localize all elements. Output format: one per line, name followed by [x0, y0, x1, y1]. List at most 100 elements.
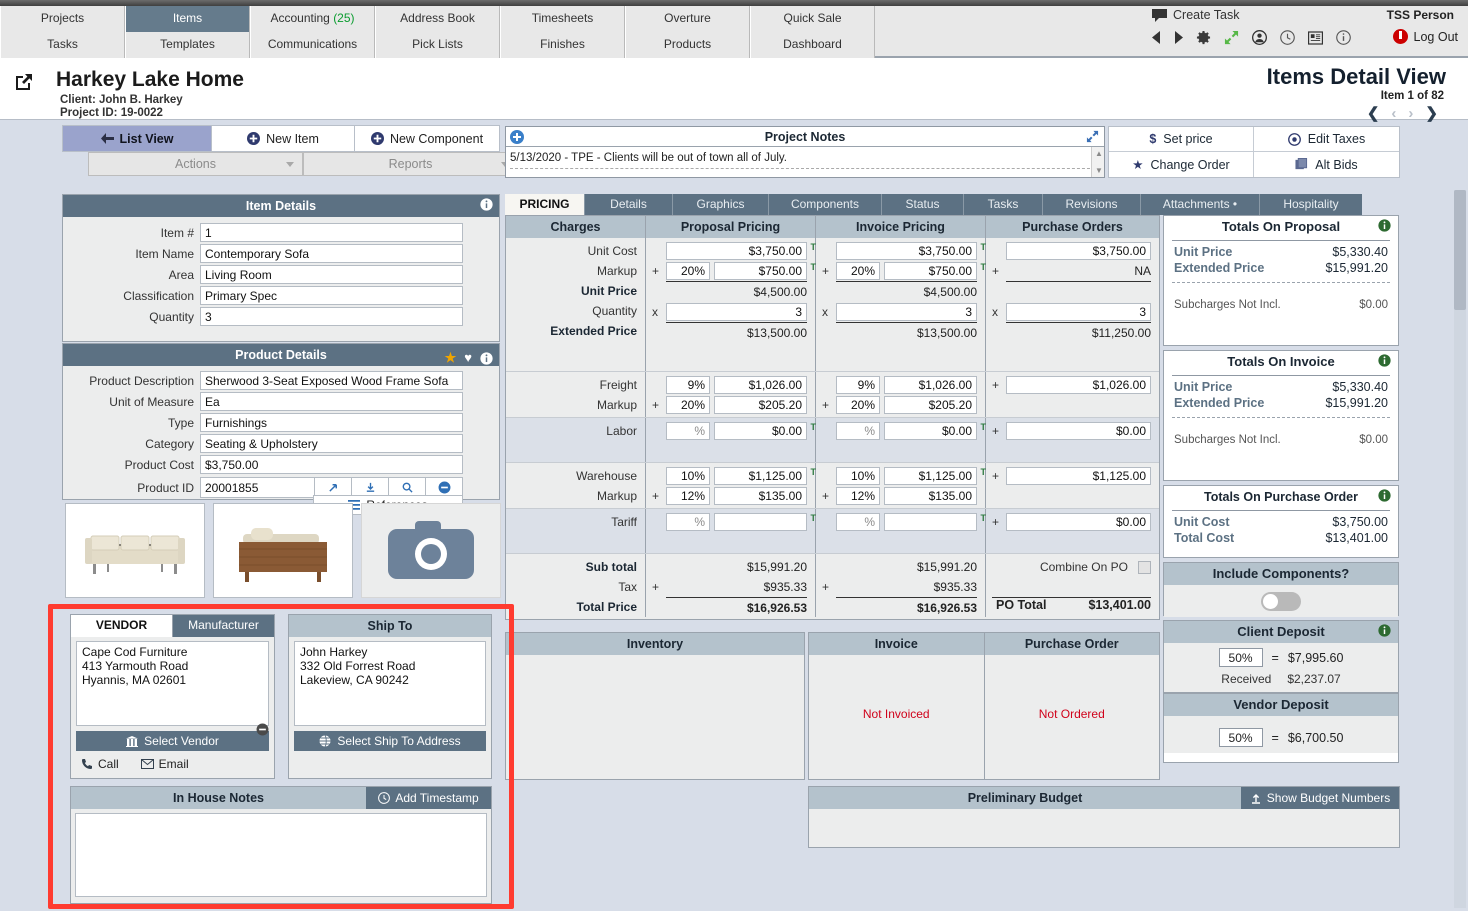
proposal-labor-amt-input[interactable]: $0.00: [714, 422, 807, 440]
vendor-deposit-percent-input[interactable]: 50%: [1218, 728, 1263, 747]
nav-tab-items[interactable]: Items: [125, 6, 250, 32]
product-image-back[interactable]: [213, 503, 353, 598]
invoice-warehouse-amt-input[interactable]: $1,125.00: [884, 467, 977, 485]
tab-pricing[interactable]: PRICING: [505, 194, 585, 215]
proposal-warehouse-amt-input[interactable]: $1,125.00: [714, 467, 807, 485]
nav-tab-communications[interactable]: Communications: [250, 32, 375, 58]
last-item-button[interactable]: ❯: [1425, 104, 1438, 122]
quantity-input[interactable]: 3: [200, 307, 463, 326]
change-order-button[interactable]: ★ Change Order: [1109, 152, 1254, 177]
proposal-markup-pct-input[interactable]: 20%: [666, 262, 710, 280]
item-number-input[interactable]: 1: [200, 223, 463, 242]
nav-tab-accounting[interactable]: Accounting (25): [250, 6, 375, 32]
prev-arrow-icon[interactable]: [1152, 31, 1161, 44]
select-vendor-button[interactable]: Select Vendor: [76, 731, 269, 751]
item-name-input[interactable]: Contemporary Sofa: [200, 244, 463, 263]
invoice-warehouse-markup-pct-input[interactable]: 12%: [836, 487, 880, 505]
invoice-freight-markup-pct-input[interactable]: 20%: [836, 396, 880, 414]
product-cost-input[interactable]: $3,750.00: [200, 455, 463, 474]
unit-of-measure-input[interactable]: Ea: [200, 392, 463, 411]
invoice-quantity-input[interactable]: 3: [836, 303, 977, 321]
po-unit-cost-input[interactable]: $3,750.00: [1006, 242, 1151, 260]
info-icon[interactable]: [1378, 489, 1391, 502]
project-notes-scrollbar[interactable]: ▲ ▼: [1091, 147, 1104, 177]
classification-input[interactable]: Primary Spec: [200, 286, 463, 305]
po-tariff-amt-input[interactable]: $0.00: [1006, 513, 1151, 531]
alt-bids-button[interactable]: Alt Bids: [1254, 152, 1399, 177]
po-quantity-input[interactable]: 3: [1006, 303, 1151, 321]
invoice-labor-amt-input[interactable]: $0.00: [884, 422, 977, 440]
proposal-tariff-amt-input[interactable]: [714, 513, 807, 531]
first-item-button[interactable]: ❮: [1367, 104, 1380, 122]
invoice-tariff-pct-input[interactable]: %: [836, 513, 880, 531]
tab-details[interactable]: Details: [585, 194, 673, 215]
nav-tab-address-book[interactable]: Address Book: [375, 6, 500, 32]
po-warehouse-amt-input[interactable]: $1,125.00: [1006, 467, 1151, 485]
add-timestamp-button[interactable]: Add Timestamp: [366, 787, 491, 809]
external-link-icon[interactable]: [14, 72, 34, 92]
create-task-button[interactable]: Create Task: [1152, 8, 1239, 22]
combine-on-po-checkbox[interactable]: [1138, 560, 1151, 574]
nav-tab-quick-sale[interactable]: Quick Sale: [750, 6, 875, 32]
proposal-freight-markup-amt-input[interactable]: $205.20: [714, 396, 807, 414]
invoice-freight-pct-input[interactable]: 9%: [836, 376, 880, 394]
call-vendor-button[interactable]: Call: [81, 757, 119, 771]
new-item-button[interactable]: New Item: [212, 125, 355, 152]
clock-icon[interactable]: [1280, 30, 1295, 45]
product-image-front[interactable]: [65, 503, 205, 598]
area-input[interactable]: Living Room: [200, 265, 463, 284]
select-ship-to-address-button[interactable]: Select Ship To Address: [294, 731, 486, 751]
card-icon[interactable]: [1308, 30, 1323, 45]
invoice-warehouse-markup-amt-input[interactable]: $135.00: [884, 487, 977, 505]
info-icon[interactable]: [1378, 354, 1391, 367]
new-component-button[interactable]: New Component: [355, 125, 500, 152]
email-vendor-button[interactable]: Email: [140, 757, 189, 771]
category-input[interactable]: Seating & Upholstery: [200, 434, 463, 453]
proposal-freight-amt-input[interactable]: $1,026.00: [714, 376, 807, 394]
tab-status[interactable]: Status: [882, 194, 964, 215]
prev-item-button[interactable]: ‹: [1391, 105, 1396, 122]
info-icon[interactable]: [1378, 219, 1391, 232]
nav-tab-timesheets[interactable]: Timesheets: [500, 6, 625, 32]
proposal-markup-amt-input[interactable]: $750.00: [714, 262, 807, 280]
show-budget-numbers-button[interactable]: Show Budget Numbers: [1241, 787, 1399, 809]
invoice-freight-amt-input[interactable]: $1,026.00: [884, 376, 977, 394]
invoice-warehouse-pct-input[interactable]: 10%: [836, 467, 880, 485]
proposal-freight-pct-input[interactable]: 9%: [666, 376, 710, 394]
type-input[interactable]: Furnishings: [200, 413, 463, 432]
next-arrow-icon[interactable]: [1174, 31, 1183, 44]
tab-hospitality[interactable]: Hospitality: [1260, 194, 1362, 215]
tab-vendor[interactable]: VENDOR: [71, 615, 173, 637]
nav-tab-templates[interactable]: Templates: [125, 32, 250, 58]
expand-icon[interactable]: [1224, 30, 1239, 45]
info-icon[interactable]: [480, 198, 493, 211]
reports-dropdown[interactable]: Reports: [303, 152, 518, 176]
project-notes-body[interactable]: 5/13/2020 - TPE - Clients will be out of…: [506, 147, 1104, 177]
set-price-button[interactable]: $ Set price: [1109, 127, 1254, 152]
proposal-freight-markup-pct-input[interactable]: 20%: [666, 396, 710, 414]
info-icon[interactable]: [480, 351, 493, 365]
proposal-warehouse-markup-amt-input[interactable]: $135.00: [714, 487, 807, 505]
in-house-notes-textarea[interactable]: [75, 813, 487, 897]
info-icon[interactable]: [1378, 624, 1391, 637]
scrollbar-thumb[interactable]: [1454, 190, 1466, 310]
proposal-tariff-pct-input[interactable]: %: [666, 513, 710, 531]
vendor-address-field[interactable]: Cape Cod Furniture 413 Yarmouth Road Hya…: [76, 641, 269, 726]
actions-dropdown[interactable]: Actions: [88, 152, 303, 176]
tab-tasks[interactable]: Tasks: [964, 194, 1043, 215]
add-note-icon[interactable]: [510, 130, 524, 144]
add-photo-placeholder[interactable]: [361, 503, 501, 598]
product-id-input[interactable]: 20001855: [200, 477, 315, 498]
proposal-quantity-input[interactable]: 3: [666, 303, 807, 321]
invoice-tariff-amt-input[interactable]: [884, 513, 977, 531]
po-freight-amt-input[interactable]: $1,026.00: [1006, 376, 1151, 394]
nav-tab-products[interactable]: Products: [625, 32, 750, 58]
tab-revisions[interactable]: Revisions: [1043, 194, 1141, 215]
remove-vendor-icon[interactable]: [256, 723, 269, 736]
include-components-toggle[interactable]: [1261, 591, 1301, 611]
info-icon[interactable]: [1336, 30, 1351, 45]
edit-taxes-button[interactable]: Edit Taxes: [1254, 127, 1399, 152]
nav-tab-pick-lists[interactable]: Pick Lists: [375, 32, 500, 58]
next-item-button[interactable]: ›: [1408, 105, 1413, 122]
nav-tab-tasks[interactable]: Tasks: [0, 32, 125, 58]
